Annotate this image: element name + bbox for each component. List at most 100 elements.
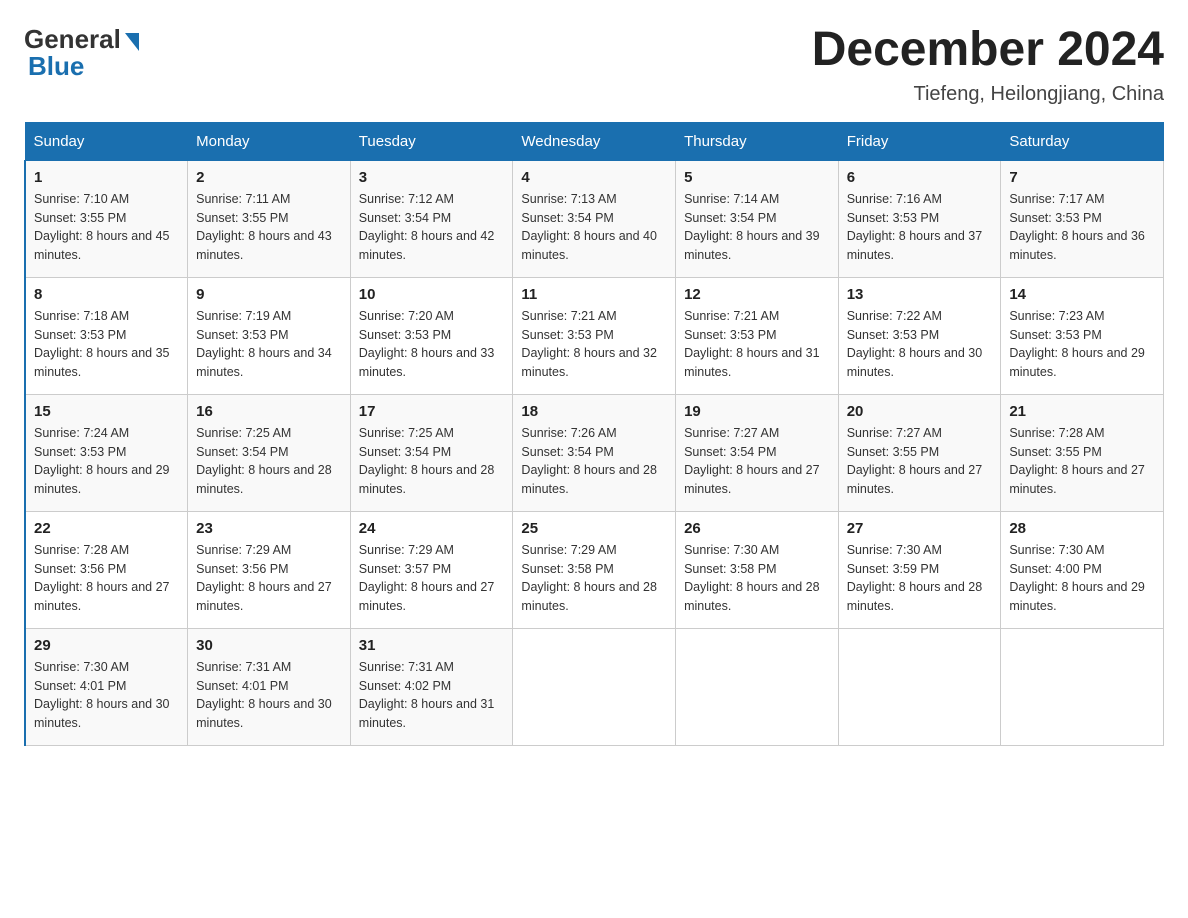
table-row: 28 Sunrise: 7:30 AMSunset: 4:00 PMDaylig…	[1001, 511, 1164, 628]
table-row: 4 Sunrise: 7:13 AMSunset: 3:54 PMDayligh…	[513, 160, 676, 277]
table-row: 27 Sunrise: 7:30 AMSunset: 3:59 PMDaylig…	[838, 511, 1001, 628]
day-info: Sunrise: 7:21 AMSunset: 3:53 PMDaylight:…	[684, 309, 820, 379]
day-number: 28	[1009, 520, 1155, 537]
day-number: 9	[196, 286, 342, 303]
day-number: 10	[359, 286, 505, 303]
day-info: Sunrise: 7:11 AMSunset: 3:55 PMDaylight:…	[196, 192, 332, 262]
logo-blue-text: Blue	[28, 51, 84, 82]
day-number: 14	[1009, 286, 1155, 303]
day-info: Sunrise: 7:20 AMSunset: 3:53 PMDaylight:…	[359, 309, 495, 379]
table-row: 7 Sunrise: 7:17 AMSunset: 3:53 PMDayligh…	[1001, 160, 1164, 277]
day-info: Sunrise: 7:30 AMSunset: 4:00 PMDaylight:…	[1009, 543, 1145, 613]
day-info: Sunrise: 7:29 AMSunset: 3:57 PMDaylight:…	[359, 543, 495, 613]
table-row: 22 Sunrise: 7:28 AMSunset: 3:56 PMDaylig…	[25, 511, 188, 628]
table-row: 5 Sunrise: 7:14 AMSunset: 3:54 PMDayligh…	[676, 160, 839, 277]
page-header: General Blue December 2024 Tiefeng, Heil…	[24, 24, 1164, 106]
table-row: 15 Sunrise: 7:24 AMSunset: 3:53 PMDaylig…	[25, 394, 188, 511]
day-number: 19	[684, 403, 830, 420]
table-row: 2 Sunrise: 7:11 AMSunset: 3:55 PMDayligh…	[188, 160, 351, 277]
day-info: Sunrise: 7:18 AMSunset: 3:53 PMDaylight:…	[34, 309, 170, 379]
day-number: 24	[359, 520, 505, 537]
table-row: 10 Sunrise: 7:20 AMSunset: 3:53 PMDaylig…	[350, 277, 513, 394]
day-info: Sunrise: 7:24 AMSunset: 3:53 PMDaylight:…	[34, 426, 170, 496]
table-row: 23 Sunrise: 7:29 AMSunset: 3:56 PMDaylig…	[188, 511, 351, 628]
day-info: Sunrise: 7:30 AMSunset: 4:01 PMDaylight:…	[34, 660, 170, 730]
table-row: 12 Sunrise: 7:21 AMSunset: 3:53 PMDaylig…	[676, 277, 839, 394]
day-number: 22	[34, 520, 179, 537]
col-sunday: Sunday	[25, 122, 188, 160]
table-row: 25 Sunrise: 7:29 AMSunset: 3:58 PMDaylig…	[513, 511, 676, 628]
day-number: 17	[359, 403, 505, 420]
col-thursday: Thursday	[676, 122, 839, 160]
table-row: 6 Sunrise: 7:16 AMSunset: 3:53 PMDayligh…	[838, 160, 1001, 277]
col-monday: Monday	[188, 122, 351, 160]
day-info: Sunrise: 7:14 AMSunset: 3:54 PMDaylight:…	[684, 192, 820, 262]
day-number: 12	[684, 286, 830, 303]
table-row: 19 Sunrise: 7:27 AMSunset: 3:54 PMDaylig…	[676, 394, 839, 511]
day-info: Sunrise: 7:27 AMSunset: 3:55 PMDaylight:…	[847, 426, 983, 496]
day-info: Sunrise: 7:19 AMSunset: 3:53 PMDaylight:…	[196, 309, 332, 379]
day-number: 31	[359, 637, 505, 654]
table-row: 3 Sunrise: 7:12 AMSunset: 3:54 PMDayligh…	[350, 160, 513, 277]
day-number: 20	[847, 403, 993, 420]
day-number: 26	[684, 520, 830, 537]
title-area: December 2024 Tiefeng, Heilongjiang, Chi…	[812, 24, 1164, 106]
day-number: 7	[1009, 169, 1155, 186]
day-number: 11	[521, 286, 667, 303]
day-number: 2	[196, 169, 342, 186]
day-number: 29	[34, 637, 179, 654]
day-info: Sunrise: 7:17 AMSunset: 3:53 PMDaylight:…	[1009, 192, 1145, 262]
calendar-table: Sunday Monday Tuesday Wednesday Thursday…	[24, 122, 1164, 746]
day-info: Sunrise: 7:23 AMSunset: 3:53 PMDaylight:…	[1009, 309, 1145, 379]
location-title: Tiefeng, Heilongjiang, China	[812, 83, 1164, 106]
day-number: 5	[684, 169, 830, 186]
day-info: Sunrise: 7:29 AMSunset: 3:58 PMDaylight:…	[521, 543, 657, 613]
col-tuesday: Tuesday	[350, 122, 513, 160]
table-row	[513, 628, 676, 745]
table-row	[838, 628, 1001, 745]
day-info: Sunrise: 7:21 AMSunset: 3:53 PMDaylight:…	[521, 309, 657, 379]
table-row: 16 Sunrise: 7:25 AMSunset: 3:54 PMDaylig…	[188, 394, 351, 511]
day-number: 4	[521, 169, 667, 186]
day-info: Sunrise: 7:29 AMSunset: 3:56 PMDaylight:…	[196, 543, 332, 613]
day-info: Sunrise: 7:12 AMSunset: 3:54 PMDaylight:…	[359, 192, 495, 262]
table-row: 11 Sunrise: 7:21 AMSunset: 3:53 PMDaylig…	[513, 277, 676, 394]
table-row: 1 Sunrise: 7:10 AMSunset: 3:55 PMDayligh…	[25, 160, 188, 277]
day-info: Sunrise: 7:16 AMSunset: 3:53 PMDaylight:…	[847, 192, 983, 262]
table-row: 14 Sunrise: 7:23 AMSunset: 3:53 PMDaylig…	[1001, 277, 1164, 394]
calendar-header-row: Sunday Monday Tuesday Wednesday Thursday…	[25, 122, 1164, 160]
calendar-week-row: 8 Sunrise: 7:18 AMSunset: 3:53 PMDayligh…	[25, 277, 1164, 394]
day-info: Sunrise: 7:28 AMSunset: 3:55 PMDaylight:…	[1009, 426, 1145, 496]
day-info: Sunrise: 7:26 AMSunset: 3:54 PMDaylight:…	[521, 426, 657, 496]
day-number: 23	[196, 520, 342, 537]
day-number: 8	[34, 286, 179, 303]
day-number: 16	[196, 403, 342, 420]
table-row: 13 Sunrise: 7:22 AMSunset: 3:53 PMDaylig…	[838, 277, 1001, 394]
table-row: 20 Sunrise: 7:27 AMSunset: 3:55 PMDaylig…	[838, 394, 1001, 511]
day-info: Sunrise: 7:27 AMSunset: 3:54 PMDaylight:…	[684, 426, 820, 496]
day-info: Sunrise: 7:22 AMSunset: 3:53 PMDaylight:…	[847, 309, 983, 379]
calendar-week-row: 15 Sunrise: 7:24 AMSunset: 3:53 PMDaylig…	[25, 394, 1164, 511]
table-row: 21 Sunrise: 7:28 AMSunset: 3:55 PMDaylig…	[1001, 394, 1164, 511]
col-friday: Friday	[838, 122, 1001, 160]
table-row: 29 Sunrise: 7:30 AMSunset: 4:01 PMDaylig…	[25, 628, 188, 745]
day-info: Sunrise: 7:30 AMSunset: 3:58 PMDaylight:…	[684, 543, 820, 613]
day-info: Sunrise: 7:31 AMSunset: 4:02 PMDaylight:…	[359, 660, 495, 730]
day-info: Sunrise: 7:25 AMSunset: 3:54 PMDaylight:…	[196, 426, 332, 496]
logo-arrow-icon	[125, 33, 139, 51]
table-row: 30 Sunrise: 7:31 AMSunset: 4:01 PMDaylig…	[188, 628, 351, 745]
day-info: Sunrise: 7:10 AMSunset: 3:55 PMDaylight:…	[34, 192, 170, 262]
table-row: 8 Sunrise: 7:18 AMSunset: 3:53 PMDayligh…	[25, 277, 188, 394]
table-row: 17 Sunrise: 7:25 AMSunset: 3:54 PMDaylig…	[350, 394, 513, 511]
table-row	[676, 628, 839, 745]
col-saturday: Saturday	[1001, 122, 1164, 160]
day-number: 6	[847, 169, 993, 186]
table-row: 9 Sunrise: 7:19 AMSunset: 3:53 PMDayligh…	[188, 277, 351, 394]
table-row: 18 Sunrise: 7:26 AMSunset: 3:54 PMDaylig…	[513, 394, 676, 511]
day-number: 25	[521, 520, 667, 537]
col-wednesday: Wednesday	[513, 122, 676, 160]
day-number: 21	[1009, 403, 1155, 420]
day-info: Sunrise: 7:30 AMSunset: 3:59 PMDaylight:…	[847, 543, 983, 613]
day-info: Sunrise: 7:25 AMSunset: 3:54 PMDaylight:…	[359, 426, 495, 496]
table-row: 26 Sunrise: 7:30 AMSunset: 3:58 PMDaylig…	[676, 511, 839, 628]
